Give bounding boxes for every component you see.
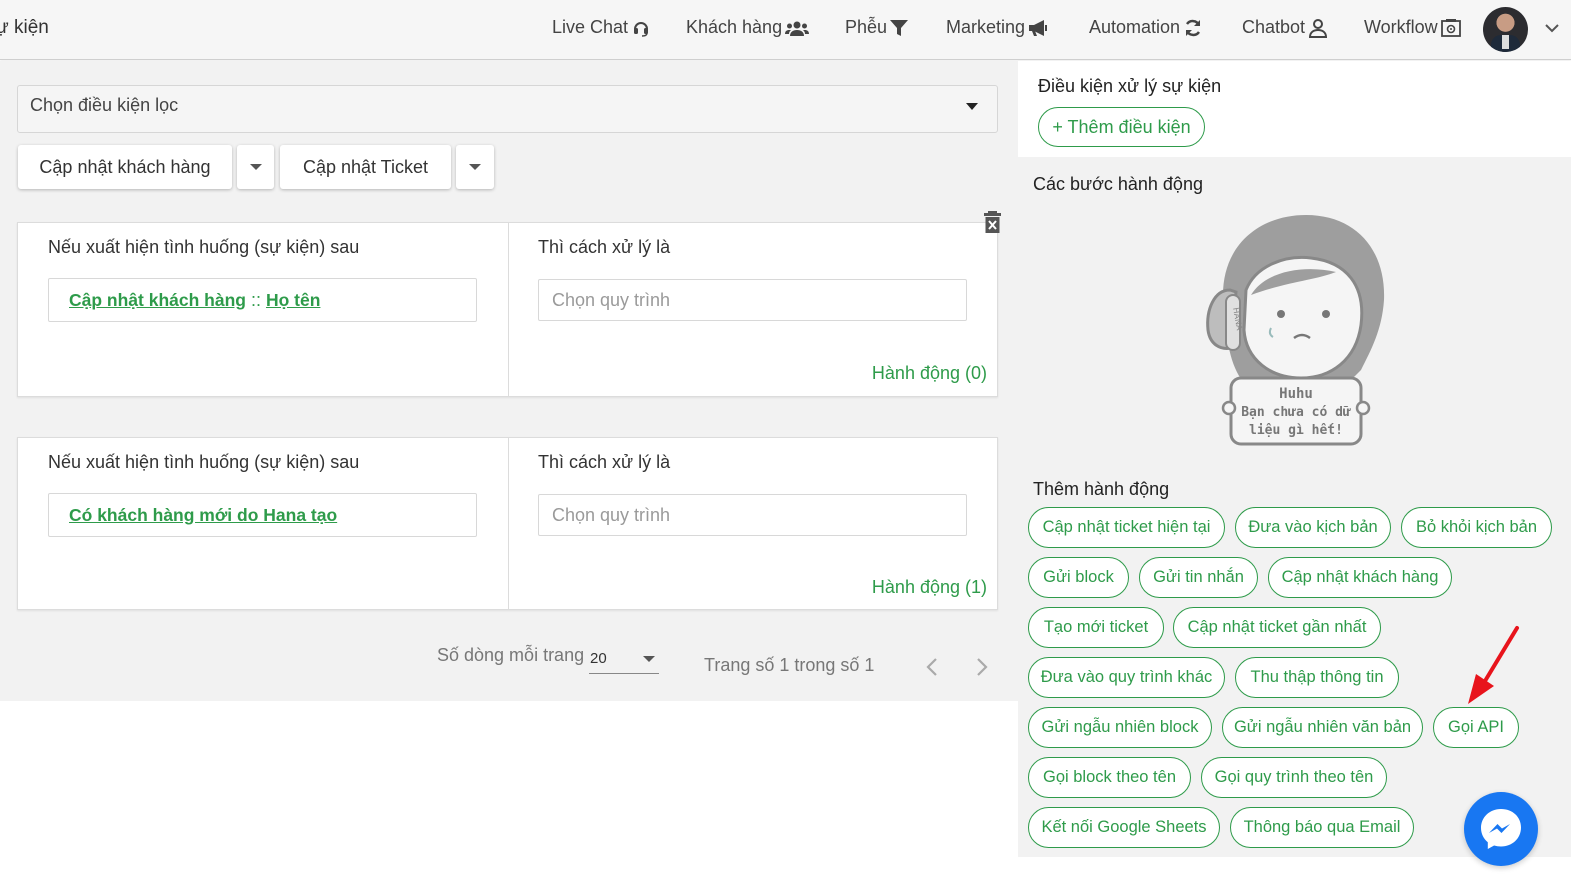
rows-per-page-value: 20	[590, 650, 607, 667]
action-update-latest-ticket[interactable]: Cập nhật ticket gần nhất	[1173, 607, 1381, 648]
choose-flow-input[interactable]: Chọn quy trình	[538, 494, 967, 536]
page-indicator: Trang số 1 trong số 1	[704, 655, 875, 675]
action-add-to-scenario[interactable]: Đưa vào kịch bản	[1235, 507, 1391, 548]
action-send-random-block[interactable]: Gửi ngẫu nhiên block	[1028, 707, 1212, 748]
actions-link[interactable]: Hành động (1)	[872, 577, 987, 598]
top-header: ự kiện Live Chat Khách hàng Phễu Marketi…	[0, 0, 1571, 60]
nav-label: Live Chat	[552, 17, 629, 37]
trash-icon[interactable]	[984, 210, 1001, 234]
empty-state-mascot-icon: HANA Huhu Bạn chưa có dữ liệu gì hết!	[1206, 215, 1385, 446]
event-card: Nếu xuất hiện tình huống (sự kiện) sau T…	[17, 222, 998, 397]
nav-live-chat[interactable]: Live Chat	[552, 17, 651, 38]
workflow-icon	[1440, 18, 1461, 37]
event-card: Nếu xuất hiện tình huống (sự kiện) sau T…	[17, 437, 998, 610]
nav-customers[interactable]: Khách hàng	[686, 17, 810, 38]
update-customer-dropdown[interactable]	[237, 145, 274, 189]
rows-per-page-select[interactable]: 20	[589, 646, 659, 674]
nav-automation[interactable]: Automation	[1089, 17, 1203, 38]
conditions-title: Điều kiện xử lý sự kiện	[1038, 76, 1222, 96]
avatar[interactable]	[1483, 7, 1528, 52]
action-call-block-by-name[interactable]: Gọi block theo tên	[1028, 757, 1191, 798]
add-condition-button[interactable]: + Thêm điều kiện	[1038, 107, 1205, 147]
nav-label: Khách hàng	[686, 17, 783, 37]
mascot-text-1: Huhu	[1279, 386, 1313, 402]
caret-down-icon	[469, 164, 481, 170]
caret-down-icon	[249, 164, 262, 170]
nav-label: Workflow	[1364, 17, 1438, 37]
caret-down-icon	[643, 656, 655, 662]
event-link-new-customer[interactable]: Có khách hàng mới do Hana tạo	[69, 505, 337, 526]
nav-label: Automation	[1089, 17, 1181, 37]
action-send-message[interactable]: Gửi tin nhắn	[1139, 557, 1258, 598]
nav-workflow[interactable]: Workflow	[1364, 17, 1461, 38]
action-add-to-other-flow[interactable]: Đưa vào quy trình khác	[1028, 657, 1225, 698]
update-ticket-dropdown[interactable]	[456, 145, 494, 189]
if-label: Nếu xuất hiện tình huống (sự kiện) sau	[48, 237, 360, 257]
filter-condition-select[interactable]: Chọn điều kiện lọc	[17, 85, 998, 133]
megaphone-icon	[1029, 19, 1048, 36]
event-trigger-box[interactable]: Cập nhật khách hàng :: Họ tên	[48, 278, 477, 322]
users-icon	[785, 21, 810, 36]
bot-user-icon	[1309, 18, 1328, 38]
if-label: Nếu xuất hiện tình huống (sự kiện) sau	[48, 452, 360, 472]
update-customer-button[interactable]: Cập nhật khách hàng	[18, 145, 232, 189]
caret-down-icon	[966, 103, 978, 110]
nav-label: Marketing	[946, 17, 1026, 37]
sync-icon	[1185, 19, 1201, 36]
filter-placeholder: Chọn điều kiện lọc	[30, 95, 179, 115]
steps-title: Các bước hành động	[1033, 174, 1203, 194]
annotation-arrow-icon	[1468, 626, 1519, 704]
action-update-current-ticket[interactable]: Cập nhật ticket hiện tại	[1028, 507, 1225, 548]
action-send-random-text[interactable]: Gửi ngẫu nhiên văn bản	[1222, 707, 1423, 748]
nav-chatbot[interactable]: Chatbot	[1242, 17, 1328, 38]
nav-funnel[interactable]: Phễu	[845, 17, 909, 38]
action-create-ticket[interactable]: Tạo mới ticket	[1028, 607, 1164, 648]
update-ticket-button[interactable]: Cập nhật Ticket	[280, 145, 451, 189]
action-update-customer[interactable]: Cập nhật khách hàng	[1268, 557, 1452, 598]
action-call-api[interactable]: Gọi API	[1433, 707, 1519, 748]
nav-label: Phễu	[845, 17, 888, 37]
add-action-title: Thêm hành động	[1033, 479, 1170, 499]
mascot-text-2: Bạn chưa có dữ	[1241, 405, 1351, 420]
mascot-text-3: liệu gì hết!	[1249, 423, 1343, 438]
action-connect-google-sheets[interactable]: Kết nối Google Sheets	[1028, 807, 1220, 848]
action-call-flow-by-name[interactable]: Gọi quy trình theo tên	[1201, 757, 1387, 798]
action-send-block[interactable]: Gửi block	[1028, 557, 1129, 598]
then-label: Thì cách xử lý là	[538, 237, 671, 257]
messenger-icon	[1481, 809, 1521, 849]
action-remove-from-scenario[interactable]: Bỏ khỏi kịch bản	[1401, 507, 1552, 548]
action-collect-info[interactable]: Thu thập thông tin	[1235, 657, 1399, 698]
choose-flow-input[interactable]: Chọn quy trình	[538, 279, 967, 321]
event-link-update-customer[interactable]: Cập nhật khách hàng	[69, 290, 246, 311]
funnel-icon	[890, 19, 909, 36]
action-email-notification[interactable]: Thông báo qua Email	[1230, 807, 1414, 848]
then-label: Thì cách xử lý là	[538, 452, 671, 472]
messenger-chat-button[interactable]	[1464, 792, 1538, 866]
chevron-right-icon[interactable]	[975, 657, 989, 677]
rows-per-page-label: Số dòng mỗi trang	[437, 645, 585, 665]
page-title: ự kiện	[0, 17, 49, 38]
headset-icon	[634, 21, 649, 37]
event-trigger-box[interactable]: Có khách hàng mới do Hana tạo	[48, 493, 477, 537]
chevron-left-icon[interactable]	[925, 657, 939, 677]
event-separator: ::	[250, 289, 261, 310]
chevron-down-icon[interactable]	[1544, 20, 1560, 36]
actions-link[interactable]: Hành động (0)	[872, 363, 987, 384]
event-link-full-name[interactable]: Họ tên	[266, 290, 320, 311]
nav-label: Chatbot	[1242, 17, 1306, 37]
nav-marketing[interactable]: Marketing	[946, 17, 1050, 38]
